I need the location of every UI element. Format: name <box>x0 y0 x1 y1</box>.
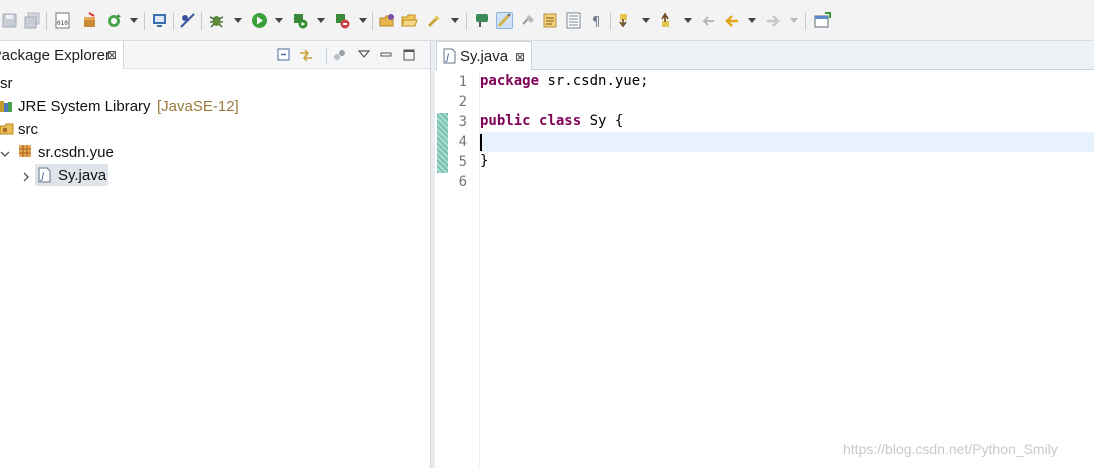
code-area[interactable]: package sr.csdn.yue; public class Sy { } <box>479 70 1094 468</box>
maximize-icon[interactable] <box>402 47 416 66</box>
highlight-icon[interactable] <box>496 12 513 29</box>
chevron-right-icon[interactable] <box>21 169 31 186</box>
annotation-icon[interactable] <box>474 12 491 29</box>
external-tools-icon[interactable] <box>334 12 351 29</box>
tree-item-src[interactable]: src <box>0 118 200 140</box>
package-explorer-title: Package Explorer <box>0 47 110 64</box>
code-text: Sy { <box>581 113 624 129</box>
keyword: package <box>480 73 540 89</box>
keyword: class <box>539 113 582 129</box>
line-number: 5 <box>458 154 467 170</box>
svg-text:¶: ¶ <box>592 15 600 29</box>
package-icon <box>18 144 32 162</box>
tree-item-label: sr.csdn.yue <box>38 144 114 161</box>
svg-text:010: 010 <box>57 20 68 27</box>
package-explorer-tab[interactable]: Package Explorer ⊠ <box>0 41 124 69</box>
back-edit-icon[interactable] <box>700 12 717 29</box>
library-icon <box>0 98 14 118</box>
tree-item-file[interactable]: J Sy.java <box>0 164 200 186</box>
text-cursor <box>480 134 482 151</box>
link-with-editor-icon[interactable] <box>298 47 314 67</box>
quick-diff-change-bar <box>437 113 448 173</box>
binary-icon[interactable]: 010 <box>54 12 71 29</box>
line-number: 6 <box>458 174 467 190</box>
current-line-highlight <box>480 132 1094 152</box>
editor-tab-sy-java[interactable]: J Sy.java ⊠ <box>436 41 532 70</box>
display-icon[interactable] <box>151 12 168 29</box>
tree-item-label: Sy.java <box>58 167 107 184</box>
watermark: https://blog.csdn.net/Python_Smily <box>843 441 1058 457</box>
refresh-icon[interactable] <box>106 12 123 29</box>
minimize-icon[interactable] <box>379 47 393 66</box>
source-folder-icon <box>0 121 14 141</box>
editor-tab-bar: J Sy.java ⊠ <box>435 41 1094 70</box>
open-folder-icon[interactable] <box>401 12 418 29</box>
forward-icon[interactable] <box>765 12 782 29</box>
previous-annotation-icon[interactable] <box>659 12 676 29</box>
main-toolbar: 010 ¶ <box>0 0 1094 41</box>
line-number: 4 <box>458 134 467 150</box>
line-number: 1 <box>458 74 467 90</box>
code-text: sr.csdn.yue; <box>539 73 649 89</box>
java-editor: J Sy.java ⊠ 1 2 3 4 5 6 package sr.csdn.… <box>435 41 1094 468</box>
block-selection-icon[interactable] <box>565 12 582 29</box>
java-file-icon: J <box>38 167 51 187</box>
tree-item-project[interactable]: sr <box>0 72 200 94</box>
toggle-mark-icon[interactable] <box>542 12 559 29</box>
search-icon[interactable] <box>426 12 443 29</box>
debug-icon[interactable] <box>208 12 225 29</box>
back-icon[interactable] <box>723 12 740 29</box>
save-icon[interactable] <box>1 12 18 29</box>
code-text: } <box>480 153 489 169</box>
tree-item-package[interactable]: sr.csdn.yue <box>0 141 200 163</box>
close-icon[interactable]: ⊠ <box>515 50 525 64</box>
collapse-all-icon[interactable] <box>276 47 292 67</box>
code-line: public class Sy { <box>480 113 1094 133</box>
last-edit-icon[interactable] <box>520 12 537 29</box>
chevron-down-icon[interactable] <box>0 146 10 163</box>
keyword: public <box>480 113 531 129</box>
view-menu-icon[interactable] <box>357 46 371 65</box>
save-all-icon[interactable] <box>24 12 41 29</box>
line-number-ruler: 1 2 3 4 5 6 <box>435 70 479 468</box>
tree-item-label: JRE System Library <box>18 98 151 115</box>
coverage-icon[interactable] <box>292 12 309 29</box>
show-whitespace-icon[interactable]: ¶ <box>589 12 606 29</box>
tree-item-label: sr <box>0 75 13 92</box>
line-number: 2 <box>458 94 467 110</box>
tree-item-label: src <box>18 121 38 138</box>
view-toolbar <box>124 41 430 69</box>
code-line: package sr.csdn.yue; <box>480 73 1094 93</box>
new-package-icon[interactable] <box>81 12 98 29</box>
close-icon[interactable]: ⊠ <box>107 48 117 62</box>
perspective-icon[interactable] <box>814 12 831 29</box>
java-file-icon: J <box>443 48 456 68</box>
line-number: 3 <box>458 114 467 130</box>
next-annotation-icon[interactable] <box>617 12 634 29</box>
package-explorer-view: Package Explorer ⊠ sr JRE System Library… <box>0 41 430 468</box>
editor-tab-label: Sy.java <box>460 48 509 65</box>
tree-item-jre[interactable]: JRE System Library [JavaSE-12] <box>0 95 300 117</box>
tree-item-decoration: [JavaSE-12] <box>157 98 239 115</box>
open-type-icon[interactable] <box>379 12 396 29</box>
run-icon[interactable] <box>251 12 268 29</box>
filters-icon[interactable] <box>332 47 348 67</box>
skip-breakpoints-icon[interactable] <box>179 12 196 29</box>
code-line: } <box>480 153 1094 173</box>
